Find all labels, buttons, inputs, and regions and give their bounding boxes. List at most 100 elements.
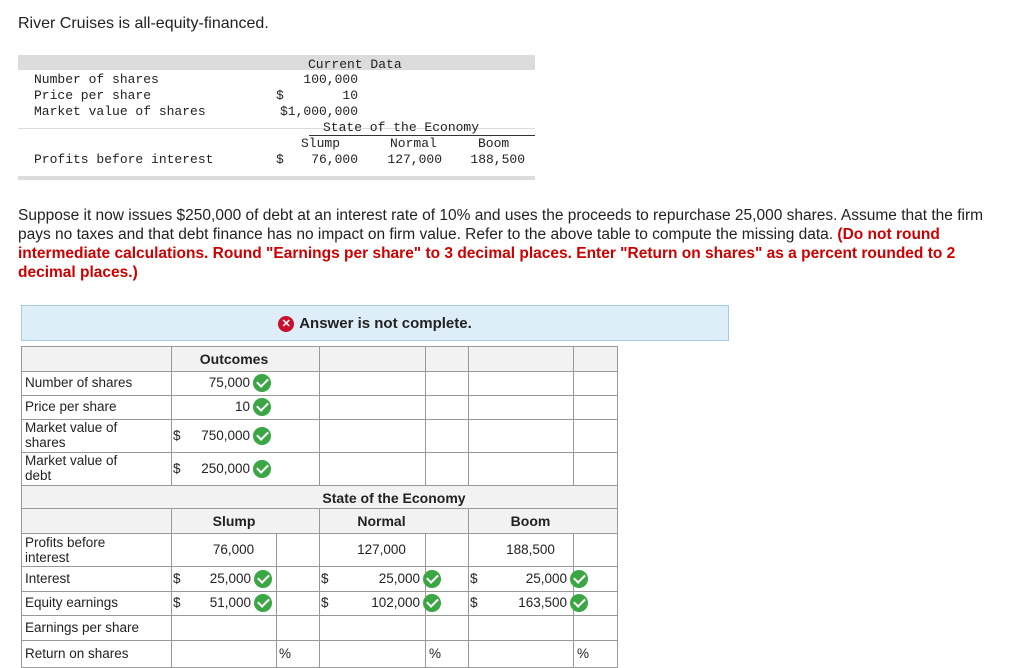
header-blank-cell	[425, 346, 469, 372]
row-label: Earnings per share	[25, 619, 140, 635]
given-profit-boom: 188,500	[470, 152, 525, 167]
table-cell	[425, 419, 469, 453]
check-icon	[254, 569, 272, 588]
table-cell	[319, 452, 426, 486]
header-blank-cell	[21, 508, 172, 534]
state-header: State of the Economy	[322, 490, 466, 506]
row-label: Return on shares	[25, 645, 129, 661]
row-label: Interest	[25, 570, 71, 586]
check-icon	[570, 569, 588, 588]
given-data-table: Current Data Number of shares 100,000 Pr…	[18, 55, 535, 180]
equity-value: 102,000	[371, 595, 420, 610]
check-icon	[253, 426, 271, 445]
ros-input-cell	[171, 640, 277, 668]
check-icon	[253, 459, 271, 478]
profit-value: 76,000	[212, 541, 255, 557]
given-state-header: State of the Economy	[323, 120, 480, 135]
profit-value: 188,500	[506, 541, 555, 557]
check-icon	[423, 594, 441, 612]
table-cell	[319, 371, 426, 396]
percent-sign: %	[429, 645, 442, 661]
given-value-shares: 100,000	[303, 72, 358, 87]
outcome-value: 10	[234, 399, 250, 414]
given-profit-slump: 76,000	[311, 152, 358, 167]
given-value-market: $1,000,000	[279, 104, 358, 119]
table-cell	[573, 371, 618, 396]
table-cell	[425, 615, 469, 641]
table-cell	[425, 452, 469, 486]
row-label: interest	[25, 550, 70, 565]
given-label-profits: Profits before interest	[34, 152, 214, 167]
given-dollar-profits: $	[276, 152, 284, 167]
table-cell	[468, 395, 574, 420]
row-label: Equity earnings	[25, 595, 119, 610]
table-cell	[468, 371, 574, 396]
row-label: Price per share	[25, 399, 117, 414]
table-cell	[468, 419, 574, 453]
percent-sign: %	[577, 645, 590, 661]
x-circle-icon: ✕	[278, 316, 295, 333]
table-cell	[573, 615, 618, 641]
ros-input-cell	[319, 640, 426, 668]
header-blank-cell	[21, 346, 172, 372]
table-cell	[425, 395, 469, 420]
table-cell	[319, 419, 426, 453]
table-cell	[573, 419, 618, 453]
table-cell	[276, 615, 320, 641]
check-icon	[254, 594, 272, 612]
header-blank-cell	[573, 346, 618, 372]
scenario-slump: Slump	[212, 513, 256, 529]
ros-input-cell	[468, 640, 574, 668]
row-label: shares	[25, 435, 66, 450]
table-cell	[319, 395, 426, 420]
given-value-price: 10	[342, 88, 358, 103]
check-icon	[423, 569, 441, 588]
table-cell	[276, 566, 320, 592]
row-label: Market value of	[25, 420, 118, 435]
equity-value: 51,000	[209, 595, 251, 610]
given-dollar-price: $	[276, 88, 284, 103]
outcome-value: 750,000	[201, 427, 250, 443]
eps-input-cell	[468, 615, 574, 641]
table-cell	[573, 452, 618, 486]
eps-input-cell	[319, 615, 426, 641]
given-scenario-slump: Slump	[301, 136, 341, 151]
current-data-header: Current Data	[308, 57, 402, 72]
interest-value: 25,000	[209, 570, 251, 586]
header-blank-cell	[319, 346, 426, 372]
given-label-market: Market value of shares	[34, 104, 206, 119]
scenario-boom: Boom	[510, 513, 551, 529]
given-profit-normal: 127,000	[387, 152, 442, 167]
check-icon	[570, 594, 588, 612]
given-label-shares: Number of shares	[34, 72, 159, 87]
profit-value: 127,000	[357, 541, 406, 557]
header-blank-cell	[468, 346, 574, 372]
row-label: Number of shares	[25, 375, 133, 390]
interest-value: 25,000	[525, 570, 567, 586]
table-cell	[468, 452, 574, 486]
row-label: Market value of	[25, 453, 118, 468]
check-icon	[253, 398, 271, 416]
equity-value: 163,500	[518, 595, 567, 610]
eps-input-cell	[171, 615, 277, 641]
banner-text: Answer is not complete.	[299, 315, 472, 332]
row-label: debt	[25, 468, 52, 483]
outcome-value: 250,000	[201, 460, 250, 476]
percent-sign: %	[279, 645, 292, 661]
given-label-price: Price per share	[34, 88, 152, 103]
table-cell	[573, 395, 618, 420]
question-text: Suppose it now issues $250,000 of debt a…	[18, 206, 1008, 282]
intro-text: River Cruises is all-equity-financed.	[18, 15, 269, 32]
table-cell	[276, 591, 320, 616]
interest-value: 25,000	[378, 570, 420, 586]
row-label: Profits before	[25, 535, 106, 550]
answer-table: Outcomes Number of shares 75,000 Price per …	[21, 346, 618, 668]
scenario-normal: Normal	[357, 513, 406, 529]
given-scenario-normal: Normal	[390, 136, 437, 151]
check-icon	[253, 374, 271, 392]
table-cell	[425, 371, 469, 396]
status-banner: ✕ Answer is not complete.	[21, 305, 729, 341]
given-scenario-boom: Boom	[478, 136, 510, 151]
outcome-value: 75,000	[208, 375, 250, 390]
outcomes-header: Outcomes	[199, 351, 269, 367]
